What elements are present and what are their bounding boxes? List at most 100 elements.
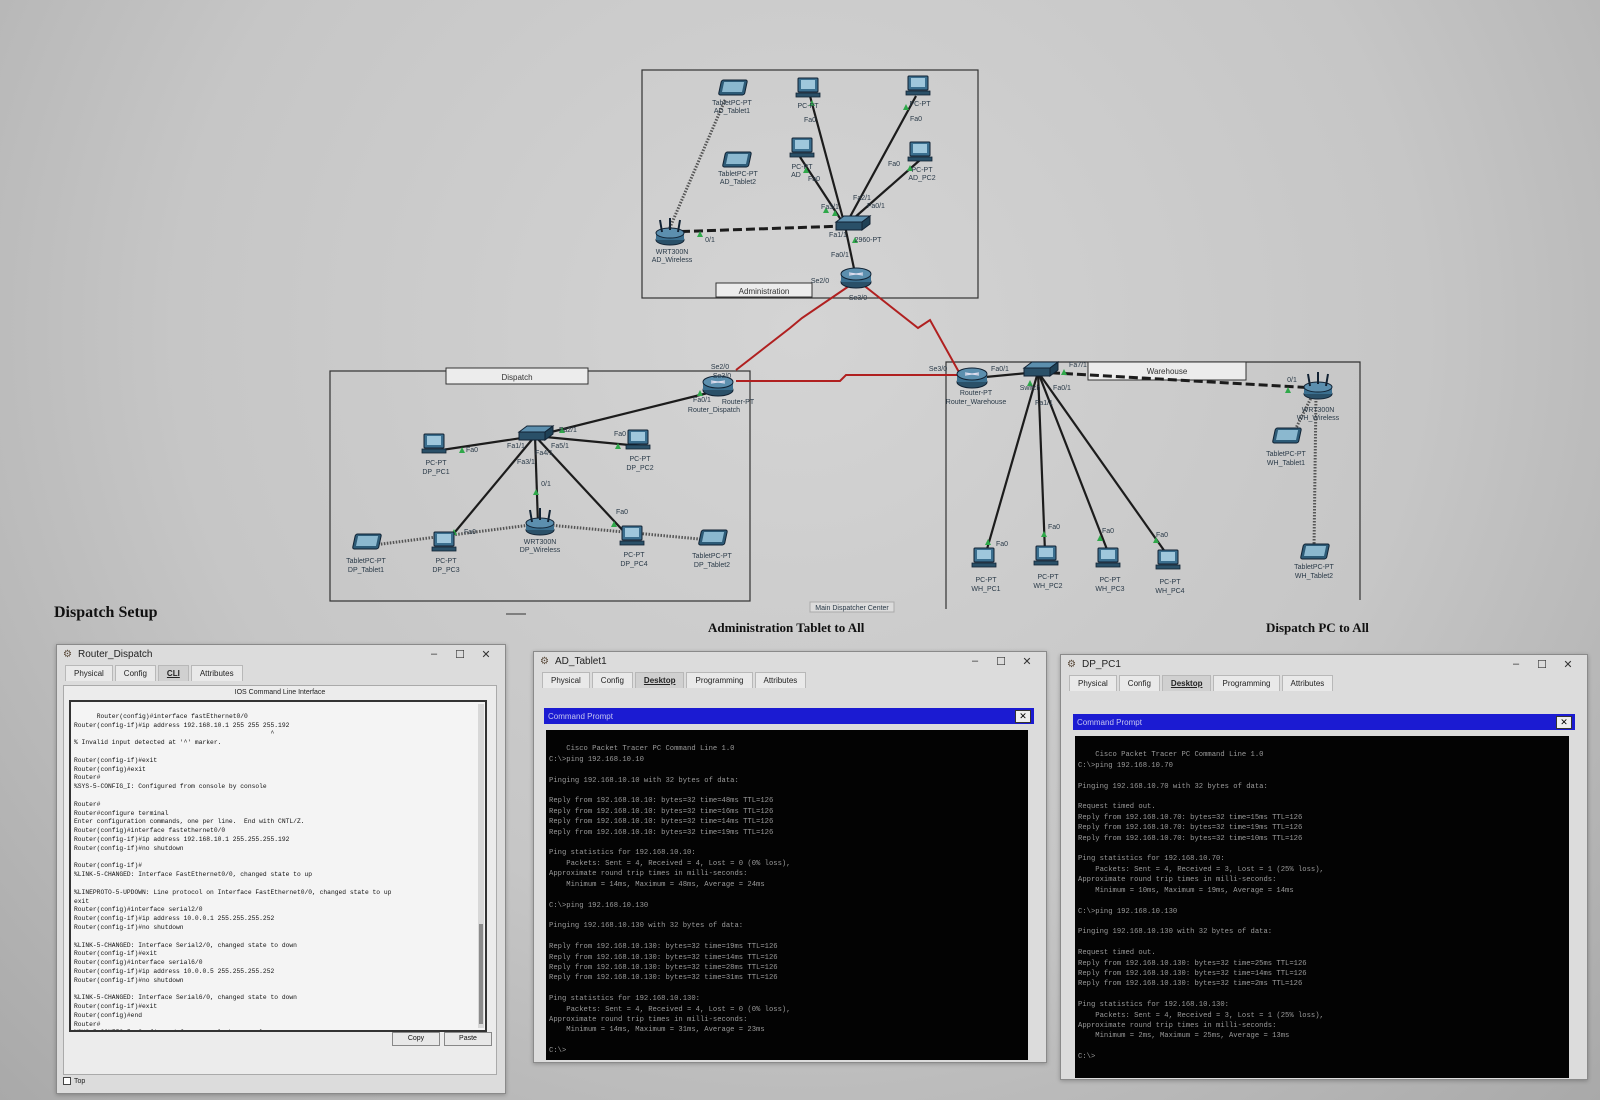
svg-text:PC-PT: PC-PT <box>624 552 646 559</box>
svg-text:Fa0/1: Fa0/1 <box>831 252 849 259</box>
tab-desktop[interactable]: Desktop <box>634 672 685 688</box>
close-button[interactable]: ✕ <box>473 648 499 661</box>
dispatch-area <box>329 370 751 602</box>
dp-terminal-text: Cisco Packet Tracer PC Command Line 1.0 … <box>1078 751 1324 1062</box>
svg-text:WH_PC1: WH_PC1 <box>971 586 1000 593</box>
svg-text:Se2/0: Se2/0 <box>711 364 729 371</box>
tab-attributes[interactable]: Attributes <box>1281 675 1334 691</box>
device-ad-pc-top2[interactable]: PC-PT Fa0 <box>905 75 931 123</box>
svg-text:PC-PT: PC-PT <box>1160 579 1182 586</box>
command-prompt-close-icon[interactable]: ✕ <box>1556 715 1572 729</box>
dp-terminal[interactable]: Cisco Packet Tracer PC Command Line 1.0 … <box>1075 736 1569 1078</box>
tab-config[interactable]: Config <box>1118 675 1160 691</box>
device-dp-pc4[interactable]: PC-PT DP_PC4 Fa0 <box>616 509 648 568</box>
minimize-button[interactable]: – <box>421 648 447 660</box>
device-ad-pc2[interactable]: PC-PT AD_PC2 Fa0 <box>888 141 936 182</box>
command-prompt-title: Command Prompt <box>1077 717 1142 727</box>
svg-text:PC-PT: PC-PT <box>426 460 448 467</box>
svg-text:Fa0: Fa0 <box>808 176 820 183</box>
device-dp-tablet1[interactable]: TabletPC-PT DP_Tablet1 <box>346 533 387 574</box>
router-tabs: Physical Config CLI Attributes <box>57 663 505 681</box>
device-wh-wireless[interactable]: WRT300N WH_Wireless 0/1 <box>1287 371 1340 422</box>
device-ad-wireless[interactable]: WRT300N AD_Wireless 0/1 <box>652 217 715 264</box>
cli-caption: IOS Command Line Interface <box>234 689 326 696</box>
tab-programming[interactable]: Programming <box>1213 675 1280 691</box>
device-wh-tablet2[interactable]: TabletPC-PT WH_Tablet2 <box>1294 543 1335 580</box>
dispatch-pc-heading: Dispatch PC to All <box>1266 620 1369 635</box>
main-center-tab[interactable]: Main Dispatcher Center <box>815 605 889 612</box>
device-ad-pc[interactable]: PC-PT AD Fa0 <box>789 137 820 183</box>
network-topology: Administration Dispatch Warehouse Main D… <box>329 69 1361 615</box>
svg-text:DP_PC3: DP_PC3 <box>432 567 459 574</box>
device-dp-pc1[interactable]: PC-PT DP_PC1 Fa0 <box>421 433 478 476</box>
device-ad-router[interactable]: Se2/0 Se3/0 Fa0/1 <box>811 252 872 302</box>
maximize-button[interactable]: ☐ <box>447 648 473 661</box>
tab-physical[interactable]: Physical <box>542 672 590 688</box>
router-window-titlebar[interactable]: ⚙ Router_Dispatch – ☐ ✕ <box>57 645 505 663</box>
minimize-button[interactable]: – <box>1503 658 1529 670</box>
top-checkbox[interactable]: Top <box>63 1077 85 1085</box>
paste-button[interactable]: Paste <box>444 1032 492 1046</box>
svg-text:Fa4/1: Fa4/1 <box>535 450 553 457</box>
device-wh-router[interactable]: Se3/0 Fa0/1 Router-PT Router_Warehouse <box>929 366 1009 406</box>
device-ad-tablet2[interactable]: TabletPC-PT AD_Tablet2 <box>718 151 759 186</box>
svg-text:Se3/0: Se3/0 <box>713 373 731 380</box>
svg-text:Fa0: Fa0 <box>614 431 626 438</box>
tab-cli[interactable]: CLI <box>157 665 189 681</box>
dp-window-titlebar[interactable]: ⚙ DP_PC1 – ☐ ✕ <box>1061 655 1587 673</box>
scroll-thumb[interactable] <box>479 924 483 1024</box>
tab-desktop[interactable]: Desktop <box>1161 675 1212 691</box>
svg-text:Fa0: Fa0 <box>1102 528 1114 535</box>
close-button[interactable]: ✕ <box>1555 658 1581 671</box>
tab-physical[interactable]: Physical <box>1069 675 1117 691</box>
minimize-button[interactable]: – <box>962 655 988 667</box>
device-dp-pc2[interactable]: PC-PT DP_PC2 Fa0 <box>614 429 654 472</box>
maximize-button[interactable]: ☐ <box>988 655 1014 668</box>
device-wh-tablet1[interactable]: TabletPC-PT WH_Tablet1 <box>1266 427 1307 467</box>
close-button[interactable]: ✕ <box>1014 655 1040 668</box>
svg-text:Fa7/1: Fa7/1 <box>1069 362 1087 369</box>
svg-text:Fa0: Fa0 <box>996 541 1008 548</box>
svg-text:TabletPC-PT: TabletPC-PT <box>718 171 758 178</box>
command-prompt-bar: Command Prompt ✕ <box>544 708 1034 724</box>
svg-text:PC-PT: PC-PT <box>436 558 458 565</box>
svg-text:Fa0: Fa0 <box>804 117 816 124</box>
svg-text:PC-PT: PC-PT <box>976 577 998 584</box>
tab-programming[interactable]: Programming <box>686 672 753 688</box>
svg-text:AD_Wireless: AD_Wireless <box>652 257 693 264</box>
tab-attributes[interactable]: Attributes <box>754 672 807 688</box>
app-icon: ⚙ <box>1067 658 1076 670</box>
command-prompt-close-icon[interactable]: ✕ <box>1015 709 1031 723</box>
svg-text:Fa0/1: Fa0/1 <box>1053 385 1071 392</box>
svg-text:DP_PC1: DP_PC1 <box>422 469 449 476</box>
tab-config[interactable]: Config <box>591 672 633 688</box>
device-ad-tablet1[interactable]: TabletPC-PT AD_Tablet1 <box>712 79 753 115</box>
cli-output[interactable]: Router(config)#interface fastEthernet0/0… <box>69 700 487 1032</box>
cli-scrollbar[interactable] <box>478 704 484 1028</box>
device-dp-wireless[interactable]: WRT300N DP_Wireless 0/1 <box>520 481 561 554</box>
svg-text:TabletPC-PT: TabletPC-PT <box>1294 564 1334 571</box>
svg-text:PC-PT: PC-PT <box>798 103 820 110</box>
device-wh-pc2[interactable]: PC-PT WH_PC2 Fa0 <box>1033 524 1062 590</box>
device-dp-tablet2[interactable]: TabletPC-PT DP_Tablet2 <box>692 529 733 569</box>
tab-config[interactable]: Config <box>114 665 156 681</box>
ad-window-title: AD_Tablet1 <box>555 655 607 667</box>
device-wh-pc1[interactable]: PC-PT WH_PC1 Fa0 <box>971 541 1008 593</box>
svg-text:Router-PT: Router-PT <box>722 399 755 406</box>
svg-text:Fa2/1: Fa2/1 <box>559 427 577 434</box>
tab-physical[interactable]: Physical <box>65 665 113 681</box>
tab-attributes[interactable]: Attributes <box>190 665 243 681</box>
svg-text:0/1: 0/1 <box>705 237 715 244</box>
dp-pc1-window: ⚙ DP_PC1 – ☐ ✕ Physical Config Desktop P… <box>1060 654 1588 1080</box>
svg-text:DP_PC4: DP_PC4 <box>620 561 647 568</box>
copy-button[interactable]: Copy <box>392 1032 440 1046</box>
ad-terminal[interactable]: Cisco Packet Tracer PC Command Line 1.0 … <box>546 730 1028 1060</box>
cli-text: Router(config)#interface fastEthernet0/0… <box>74 712 392 1030</box>
router-window-title: Router_Dispatch <box>78 648 153 660</box>
device-wh-pc4[interactable]: PC-PT WH_PC4 Fa0 <box>1155 532 1184 595</box>
device-dp-pc3[interactable]: PC-PT DP_PC3 Fa0 <box>431 529 476 574</box>
device-dp-switch[interactable]: Fa2/1 Fa5/1 Fa1/1 Fa4/1 Fa3/1 <box>507 425 577 466</box>
maximize-button[interactable]: ☐ <box>1529 658 1555 671</box>
svg-text:Router_Dispatch: Router_Dispatch <box>688 407 740 414</box>
ad-window-titlebar[interactable]: ⚙ AD_Tablet1 – ☐ ✕ <box>534 652 1046 670</box>
